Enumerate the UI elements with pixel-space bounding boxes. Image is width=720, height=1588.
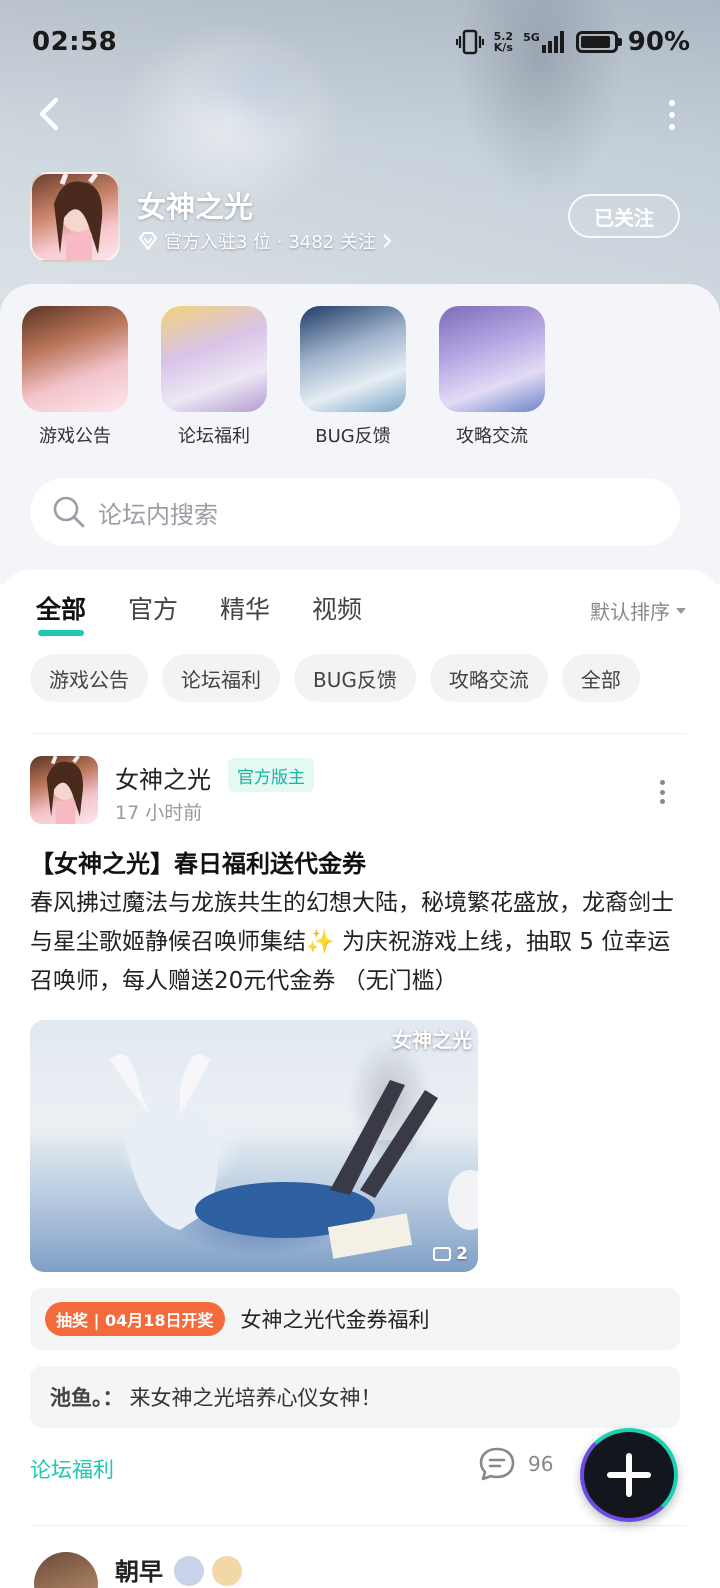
category-thumbnail <box>161 306 267 412</box>
back-button[interactable] <box>30 92 70 136</box>
net-speed: 5.2 K/s <box>493 30 514 54</box>
sort-label: 默认排序 <box>590 600 670 624</box>
forum-header: 02:58 5.2 K/s 5G 90% 女神之光 官方入驻3 位 · 3482… <box>0 0 720 320</box>
category-bug-feedback[interactable]: BUG反馈 <box>300 306 406 448</box>
status-bar: 02:58 5.2 K/s 5G 90% <box>32 22 690 62</box>
post-author-avatar[interactable] <box>34 1552 98 1588</box>
category-strategy[interactable]: 攻略交流 <box>439 306 545 448</box>
medal-badge-icon <box>212 1556 242 1586</box>
follow-button[interactable]: 已关注 <box>568 194 680 238</box>
tab-video[interactable]: 视频 <box>312 590 362 626</box>
image-count: 2 <box>433 1244 468 1264</box>
chip-strategy[interactable]: 攻略交流 <box>429 654 548 702</box>
gallery-icon <box>433 1247 452 1261</box>
vibrate-icon <box>455 29 484 55</box>
forum-meta-text: 官方入驻3 位 · 3482 关注 <box>164 232 376 253</box>
caret-down-icon <box>676 607 686 614</box>
category-list: 游戏公告 论坛福利 BUG反馈 攻略交流 <box>22 306 545 448</box>
post-forum-tag[interactable]: 论坛福利 <box>30 1454 114 1484</box>
post-card[interactable]: 朝早 <box>30 1542 680 1588</box>
feed-tabs: 全部 官方 精华 视频 <box>36 590 362 636</box>
divider <box>30 1525 686 1526</box>
category-label: 游戏公告 <box>39 426 111 447</box>
category-panel: 游戏公告 论坛福利 BUG反馈 攻略交流 论坛内搜索 <box>0 284 720 584</box>
create-post-button[interactable] <box>580 1428 678 1522</box>
tab-featured[interactable]: 精华 <box>220 590 270 626</box>
chevron-right-icon <box>383 234 392 248</box>
chevron-left-icon <box>39 97 59 131</box>
moderator-badge: 官方版主 <box>228 758 314 792</box>
category-label: BUG反馈 <box>315 426 391 447</box>
category-thumbnail <box>300 306 406 412</box>
post-title[interactable]: 【女神之光】春日福利送代金券 <box>30 844 366 879</box>
comment-button[interactable]: 96 <box>478 1446 553 1482</box>
chip-all[interactable]: 全部 <box>561 654 640 702</box>
post-body[interactable]: 春风拂过魔法与龙族共生的幻想大陆，秘境繁花盛放，龙裔剑士与星尘歌姬静候召唤师集结… <box>30 884 680 1001</box>
category-game-announcement[interactable]: 游戏公告 <box>22 306 128 448</box>
forum-avatar <box>30 172 120 262</box>
tab-official[interactable]: 官方 <box>128 590 178 626</box>
post-time: 17 小时前 <box>115 802 203 824</box>
chip-forum-benefits[interactable]: 论坛福利 <box>162 654 280 702</box>
lottery-banner[interactable]: 抽奖 | 04月18日开奖 女神之光代金券福利 <box>30 1288 680 1350</box>
status-time: 02:58 <box>32 27 118 57</box>
chip-bug-feedback[interactable]: BUG反馈 <box>294 654 416 702</box>
filter-chips: 游戏公告 论坛福利 BUG反馈 攻略交流 全部 <box>30 654 640 702</box>
tab-all[interactable]: 全部 <box>36 590 86 636</box>
category-label: 攻略交流 <box>456 426 528 447</box>
top-comment[interactable]: 池鱼。： 来女神之光培养心仪女神！ <box>30 1366 680 1428</box>
lottery-text: 女神之光代金券福利 <box>240 1308 430 1332</box>
forum-meta-link[interactable]: 官方入驻3 位 · 3482 关注 <box>138 228 392 254</box>
sort-dropdown[interactable]: 默认排序 <box>590 596 686 625</box>
post-author-name[interactable]: 朝早 <box>115 1552 163 1587</box>
battery-percent: 90% <box>627 27 690 57</box>
comment-author: 池鱼。： <box>50 1386 124 1410</box>
post-more-button[interactable] <box>660 780 666 804</box>
category-label: 论坛福利 <box>178 426 250 447</box>
comment-count: 96 <box>528 1452 554 1476</box>
diamond-icon <box>138 232 158 250</box>
battery-icon <box>575 31 622 53</box>
lottery-tag: 抽奖 | 04月18日开奖 <box>45 1302 225 1336</box>
forum-title: 女神之光 <box>137 190 254 224</box>
chip-game-announcement[interactable]: 游戏公告 <box>30 654 148 702</box>
search-icon <box>53 496 85 528</box>
search-input[interactable]: 论坛内搜索 <box>30 478 680 546</box>
post-image[interactable]: 女神之光 2 <box>30 1020 478 1272</box>
more-options-button[interactable] <box>664 100 680 130</box>
signal-icon: 5G <box>523 31 566 53</box>
level-badge-icon <box>174 1556 204 1586</box>
comment-icon <box>479 1447 515 1481</box>
plus-icon <box>607 1453 651 1497</box>
post-author-avatar[interactable] <box>30 756 98 824</box>
post-author-name[interactable]: 女神之光 <box>115 760 211 795</box>
divider <box>30 733 686 734</box>
image-watermark: 女神之光 <box>392 1028 472 1052</box>
search-placeholder: 论坛内搜索 <box>98 500 218 529</box>
category-thumbnail <box>22 306 128 412</box>
category-thumbnail <box>439 306 545 412</box>
category-forum-benefits[interactable]: 论坛福利 <box>161 306 267 448</box>
comment-text: 来女神之光培养心仪女神！ <box>129 1386 382 1410</box>
